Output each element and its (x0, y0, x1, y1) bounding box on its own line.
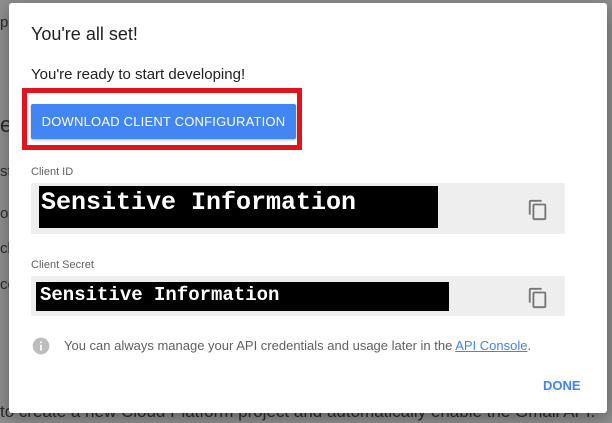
dialog-subtitle: You're ready to start developing! (31, 66, 246, 83)
info-icon (32, 337, 50, 355)
done-button[interactable]: DONE (537, 374, 587, 397)
download-client-configuration-button[interactable]: DOWNLOAD CLIENT CONFIGURATION (31, 104, 296, 139)
client-secret-field: Sensitive Information (31, 276, 565, 316)
info-row: You can always manage your API credentia… (31, 336, 591, 358)
client-id-field: Sensitive Information (31, 183, 565, 234)
api-console-link[interactable]: API Console (455, 338, 527, 353)
info-message: You can always manage your API credentia… (64, 338, 456, 353)
client-id-label: Client ID (31, 166, 74, 178)
copy-icon[interactable] (527, 287, 549, 309)
dialog-title: You're all set! (31, 24, 138, 44)
client-id-value: Sensitive Information (39, 186, 438, 228)
info-text: You can always manage your API credentia… (64, 338, 531, 353)
info-suffix: . (527, 338, 532, 353)
setup-complete-dialog: You're all set! You're ready to start de… (9, 3, 607, 413)
client-secret-label: Client Secret (31, 259, 94, 271)
client-secret-value: Sensitive Information (36, 282, 449, 311)
copy-icon[interactable] (527, 199, 549, 221)
